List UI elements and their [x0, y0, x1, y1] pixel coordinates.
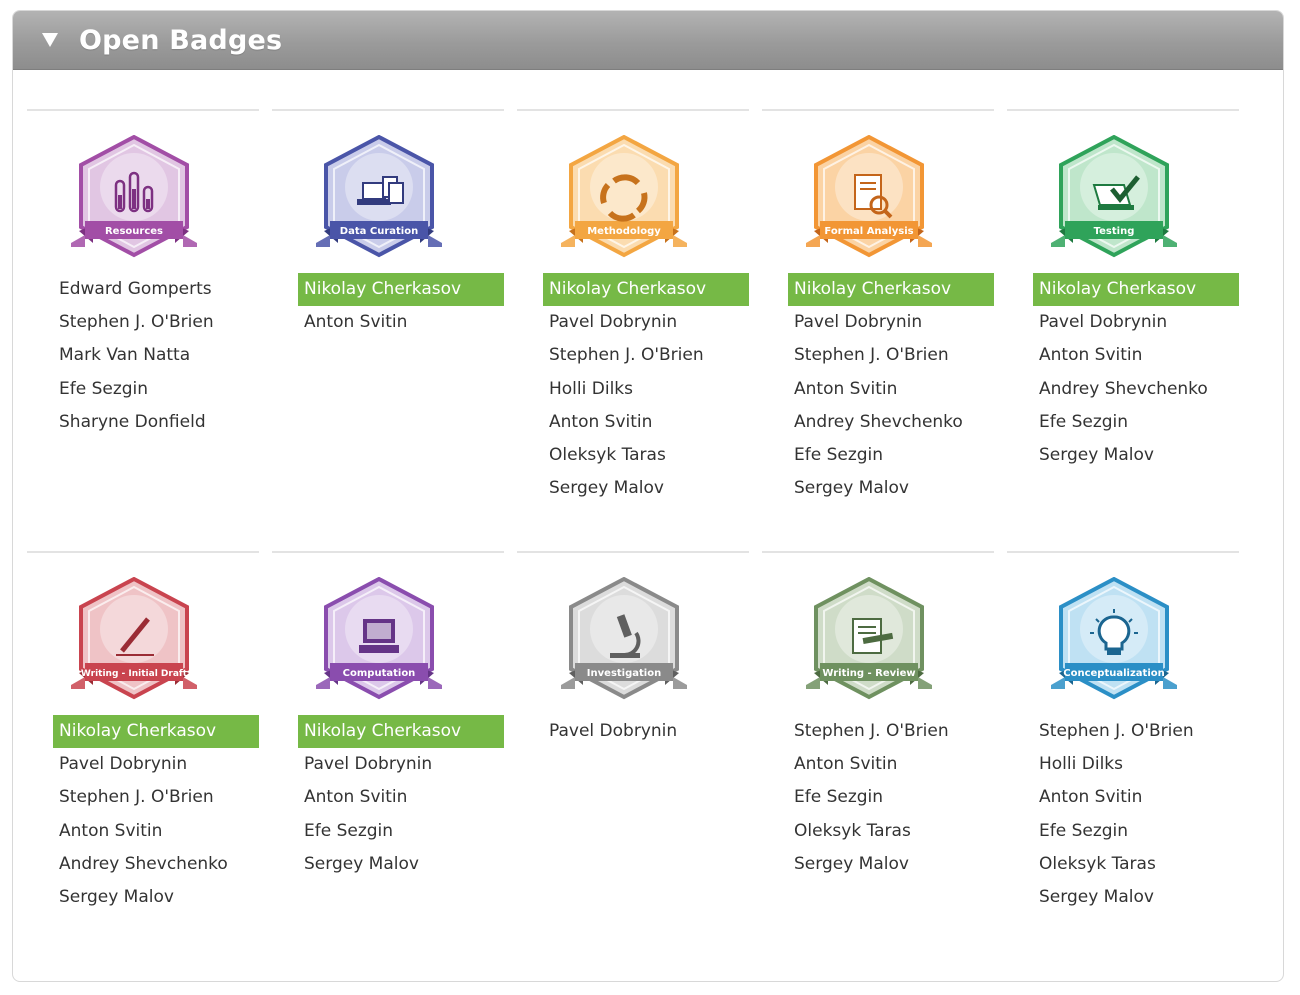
badge-label: Writing - Initial Draft — [81, 669, 188, 679]
badge-label: Conceptualization — [1063, 668, 1164, 679]
badge-label: Data Curation — [340, 226, 418, 237]
contributor-name[interactable]: Pavel Dobrynin — [298, 748, 504, 781]
badge-card: Investigation Pavel Dobrynin — [517, 551, 749, 741]
highlighted-contributor[interactable]: Nikolay Cherkasov — [298, 715, 504, 749]
contributor-name[interactable]: Pavel Dobrynin — [788, 306, 994, 339]
contributor-name[interactable]: Sergey Malov — [543, 472, 749, 505]
badge-label: Testing — [1094, 226, 1135, 237]
test-tubes-icon[interactable]: Resources — [69, 134, 199, 261]
highlighted-contributor[interactable]: Nikolay Cherkasov — [298, 273, 504, 307]
contributor-name[interactable]: Sergey Malov — [1033, 439, 1239, 472]
contributor-name[interactable]: Stephen J. O'Brien — [1033, 715, 1239, 748]
open-badges-panel: Open Badges Resources Edward Gomperts Step… — [12, 10, 1284, 982]
contributor-list: Edward Gomperts Stephen J. O'Brien Mark Va… — [53, 273, 259, 439]
contributor-name[interactable]: Pavel Dobrynin — [1033, 306, 1239, 339]
highlighted-contributor[interactable]: Nikolay Cherkasov — [1033, 273, 1239, 307]
contributor-name[interactable]: Efe Sezgin — [1033, 406, 1239, 439]
document-review-icon[interactable]: Writing - Review — [804, 576, 934, 703]
badge-label: Methodology — [587, 226, 661, 237]
contributor-name[interactable]: Sergey Malov — [298, 848, 504, 881]
laptop-documents-icon[interactable]: Data Curation — [314, 134, 444, 261]
contributor-name[interactable]: Anton Svitin — [298, 781, 504, 814]
contributor-name[interactable]: Anton Svitin — [298, 306, 504, 339]
badge-card: Testing Nikolay Cherkasov Pavel Dobrynin An… — [1007, 109, 1239, 465]
contributor-name[interactable]: Andrey Shevchenko — [788, 406, 994, 439]
contributor-name[interactable]: Efe Sezgin — [1033, 815, 1239, 848]
badge-label: Investigation — [587, 668, 661, 679]
contributor-name[interactable]: Holli Dilks — [543, 373, 749, 406]
contributor-list: Nikolay Cherkasov Pavel Dobrynin Anton Svi… — [1033, 273, 1239, 472]
lightbulb-icon[interactable]: Conceptualization — [1049, 576, 1179, 703]
badge-card: Writing - Initial Draft Nikolay Cherkasov… — [27, 551, 259, 907]
contributor-name[interactable]: Mark Van Natta — [53, 339, 259, 372]
contributor-list: Pavel Dobrynin — [543, 715, 749, 748]
contributor-name[interactable]: Pavel Dobrynin — [543, 306, 749, 339]
contributor-name[interactable]: Sharyne Donfield — [53, 406, 259, 439]
highlighted-contributor[interactable]: Nikolay Cherkasov — [53, 715, 259, 749]
contributor-name[interactable]: Sergey Malov — [788, 472, 994, 505]
contributor-name[interactable]: Efe Sezgin — [788, 439, 994, 472]
contributor-name[interactable]: Andrey Shevchenko — [1033, 373, 1239, 406]
pen-icon[interactable]: Writing - Initial Draft — [69, 576, 199, 703]
magnifier-document-icon[interactable]: Formal Analysis — [804, 134, 934, 261]
contributor-name[interactable]: Sergey Malov — [788, 848, 994, 881]
contributor-name[interactable]: Efe Sezgin — [788, 781, 994, 814]
contributor-name[interactable]: Anton Svitin — [543, 406, 749, 439]
badge-card: Formal Analysis Nikolay Cherkasov Pavel Do… — [762, 109, 994, 498]
contributor-name[interactable]: Pavel Dobrynin — [53, 748, 259, 781]
contributor-name[interactable]: Oleksyk Taras — [1033, 848, 1239, 881]
contributor-list: Stephen J. O'Brien Anton Svitin Efe Sezgin… — [788, 715, 994, 881]
contributor-name[interactable]: Anton Svitin — [788, 373, 994, 406]
contributor-name[interactable]: Sergey Malov — [53, 881, 259, 914]
triangle-down-icon[interactable] — [41, 31, 59, 49]
contributor-name[interactable]: Anton Svitin — [53, 815, 259, 848]
contributor-list: Nikolay Cherkasov Pavel Dobrynin Stephen J… — [53, 715, 259, 914]
microscope-icon[interactable]: Investigation — [559, 576, 689, 703]
section-title: Open Badges — [79, 24, 283, 56]
cycle-arrows-icon[interactable]: Methodology — [559, 134, 689, 261]
contributor-name[interactable]: Stephen J. O'Brien — [53, 306, 259, 339]
contributor-name[interactable]: Efe Sezgin — [298, 815, 504, 848]
badge-label: Computation — [343, 668, 416, 679]
contributor-name[interactable]: Stephen J. O'Brien — [788, 339, 994, 372]
contributor-name[interactable]: Edward Gomperts — [53, 273, 259, 306]
badge-card: Data Curation Nikolay Cherkasov Anton Svit… — [272, 109, 504, 332]
contributor-list: Nikolay Cherkasov Anton Svitin — [298, 273, 504, 339]
badge-card: Writing - Review Stephen J. O'Brien Anton … — [762, 551, 994, 874]
contributor-name[interactable]: Stephen J. O'Brien — [543, 339, 749, 372]
contributor-name[interactable]: Andrey Shevchenko — [53, 848, 259, 881]
contributor-name[interactable]: Stephen J. O'Brien — [788, 715, 994, 748]
badge-card: Conceptualization Stephen J. O'Brien Holli… — [1007, 551, 1239, 907]
badge-card: Methodology Nikolay Cherkasov Pavel Dobryn… — [517, 109, 749, 498]
badge-label: Formal Analysis — [824, 226, 913, 237]
contributor-list: Nikolay Cherkasov Pavel Dobrynin Stephen J… — [788, 273, 994, 505]
contributor-name[interactable]: Anton Svitin — [788, 748, 994, 781]
contributor-name[interactable]: Oleksyk Taras — [543, 439, 749, 472]
computer-icon[interactable]: Computation — [314, 576, 444, 703]
badge-card: Resources Edward Gomperts Stephen J. O'Bri… — [27, 109, 259, 432]
contributor-name[interactable]: Holli Dilks — [1033, 748, 1239, 781]
contributor-name[interactable]: Sergey Malov — [1033, 881, 1239, 914]
section-header[interactable]: Open Badges — [13, 11, 1283, 70]
badge-card: Computation Nikolay Cherkasov Pavel Dobryn… — [272, 551, 504, 874]
contributor-name[interactable]: Efe Sezgin — [53, 373, 259, 406]
contributor-list: Stephen J. O'Brien Holli Dilks Anton Sviti… — [1033, 715, 1239, 914]
laptop-checkmark-icon[interactable]: Testing — [1049, 134, 1179, 261]
contributor-name[interactable]: Anton Svitin — [1033, 339, 1239, 372]
badge-label: Writing - Review — [822, 668, 915, 679]
contributor-name[interactable]: Stephen J. O'Brien — [53, 781, 259, 814]
contributor-list: Nikolay Cherkasov Pavel Dobrynin Anton Svi… — [298, 715, 504, 881]
contributor-name[interactable]: Anton Svitin — [1033, 781, 1239, 814]
highlighted-contributor[interactable]: Nikolay Cherkasov — [788, 273, 994, 307]
contributor-name[interactable]: Pavel Dobrynin — [543, 715, 749, 748]
highlighted-contributor[interactable]: Nikolay Cherkasov — [543, 273, 749, 307]
contributor-list: Nikolay Cherkasov Pavel Dobrynin Stephen J… — [543, 273, 749, 505]
contributor-name[interactable]: Oleksyk Taras — [788, 815, 994, 848]
badge-label: Resources — [105, 226, 163, 237]
